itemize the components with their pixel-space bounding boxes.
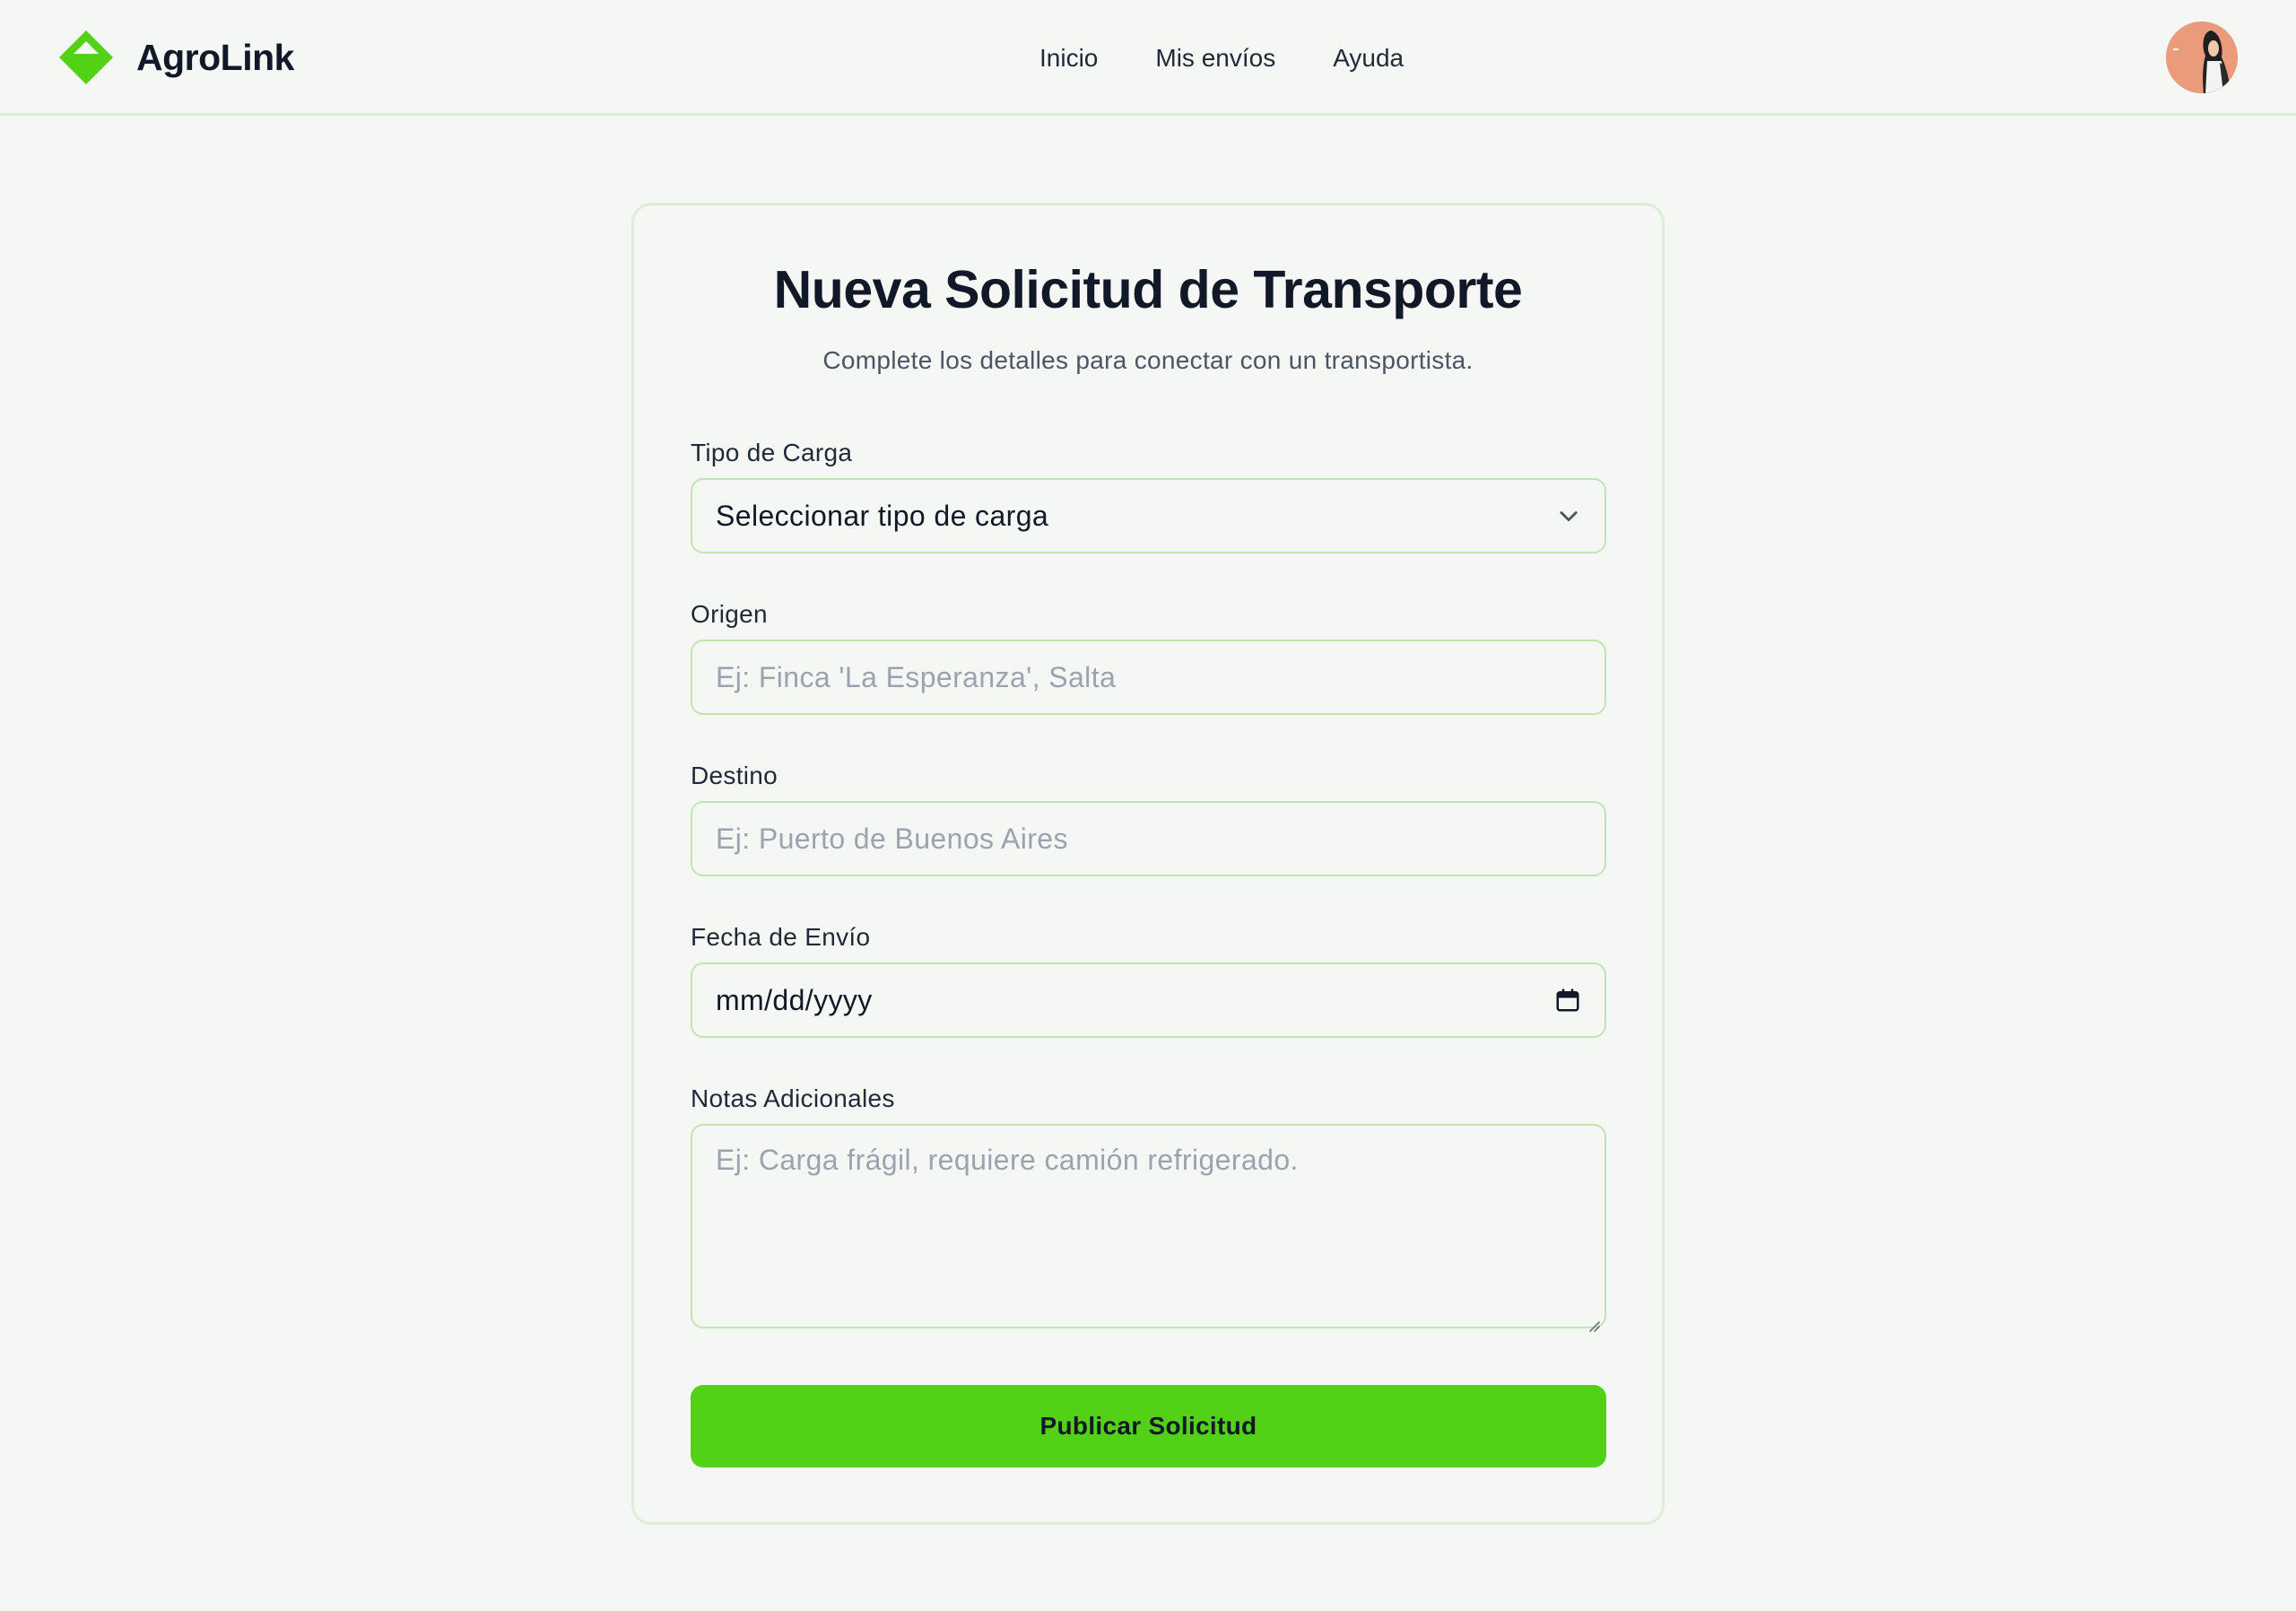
- cargo-type-select[interactable]: Seleccionar tipo de carga: [691, 478, 1606, 553]
- top-navbar: AgroLink Inicio Mis envíos Ayuda: [0, 0, 2296, 116]
- ship-date-label: Fecha de Envío: [691, 923, 871, 951]
- main-nav: Inicio Mis envíos Ayuda: [1039, 39, 1404, 77]
- destination-label: Destino: [691, 762, 778, 789]
- nav-link-inicio[interactable]: Inicio: [1039, 44, 1098, 73]
- destination-input[interactable]: Ej: Puerto de Buenos Aires: [691, 801, 1606, 876]
- chevron-down-icon: [1556, 503, 1581, 528]
- ship-date-value: mm/dd/yyyy: [716, 983, 873, 1016]
- page-title: Nueva Solicitud de Transporte: [773, 260, 1523, 319]
- notes-placeholder: Ej: Carga frágil, requiere camión refrig…: [716, 1144, 1299, 1176]
- notes-label: Notas Adicionales: [691, 1084, 895, 1112]
- notes-textarea[interactable]: Ej: Carga frágil, requiere camión refrig…: [691, 1124, 1606, 1332]
- cargo-type-value: Seleccionar tipo de carga: [716, 499, 1049, 532]
- resize-grip-icon[interactable]: [1585, 1307, 1601, 1332]
- origin-placeholder: Ej: Finca 'La Esperanza', Salta: [716, 660, 1117, 693]
- destination-placeholder: Ej: Puerto de Buenos Aires: [716, 822, 1068, 855]
- page-subtitle: Complete los detalles para conectar con …: [822, 346, 1474, 374]
- user-avatar-icon[interactable]: [2166, 22, 2238, 93]
- ship-date-input[interactable]: mm/dd/yyyy: [691, 962, 1606, 1038]
- nav-link-mis-envios[interactable]: Mis envíos: [1155, 44, 1275, 73]
- brand[interactable]: AgroLink: [57, 28, 294, 87]
- brand-name: AgroLink: [136, 36, 294, 78]
- calendar-icon[interactable]: [1554, 987, 1581, 1014]
- diamond-logo-icon: [57, 29, 115, 86]
- publish-request-button[interactable]: Publicar Solicitud: [691, 1385, 1606, 1467]
- transport-request-card: Nueva Solicitud de Transporte Complete l…: [631, 203, 1665, 1525]
- nav-link-ayuda[interactable]: Ayuda: [1333, 44, 1404, 73]
- origin-input[interactable]: Ej: Finca 'La Esperanza', Salta: [691, 640, 1606, 715]
- cargo-type-label: Tipo de Carga: [691, 439, 853, 466]
- origin-label: Origen: [691, 600, 768, 628]
